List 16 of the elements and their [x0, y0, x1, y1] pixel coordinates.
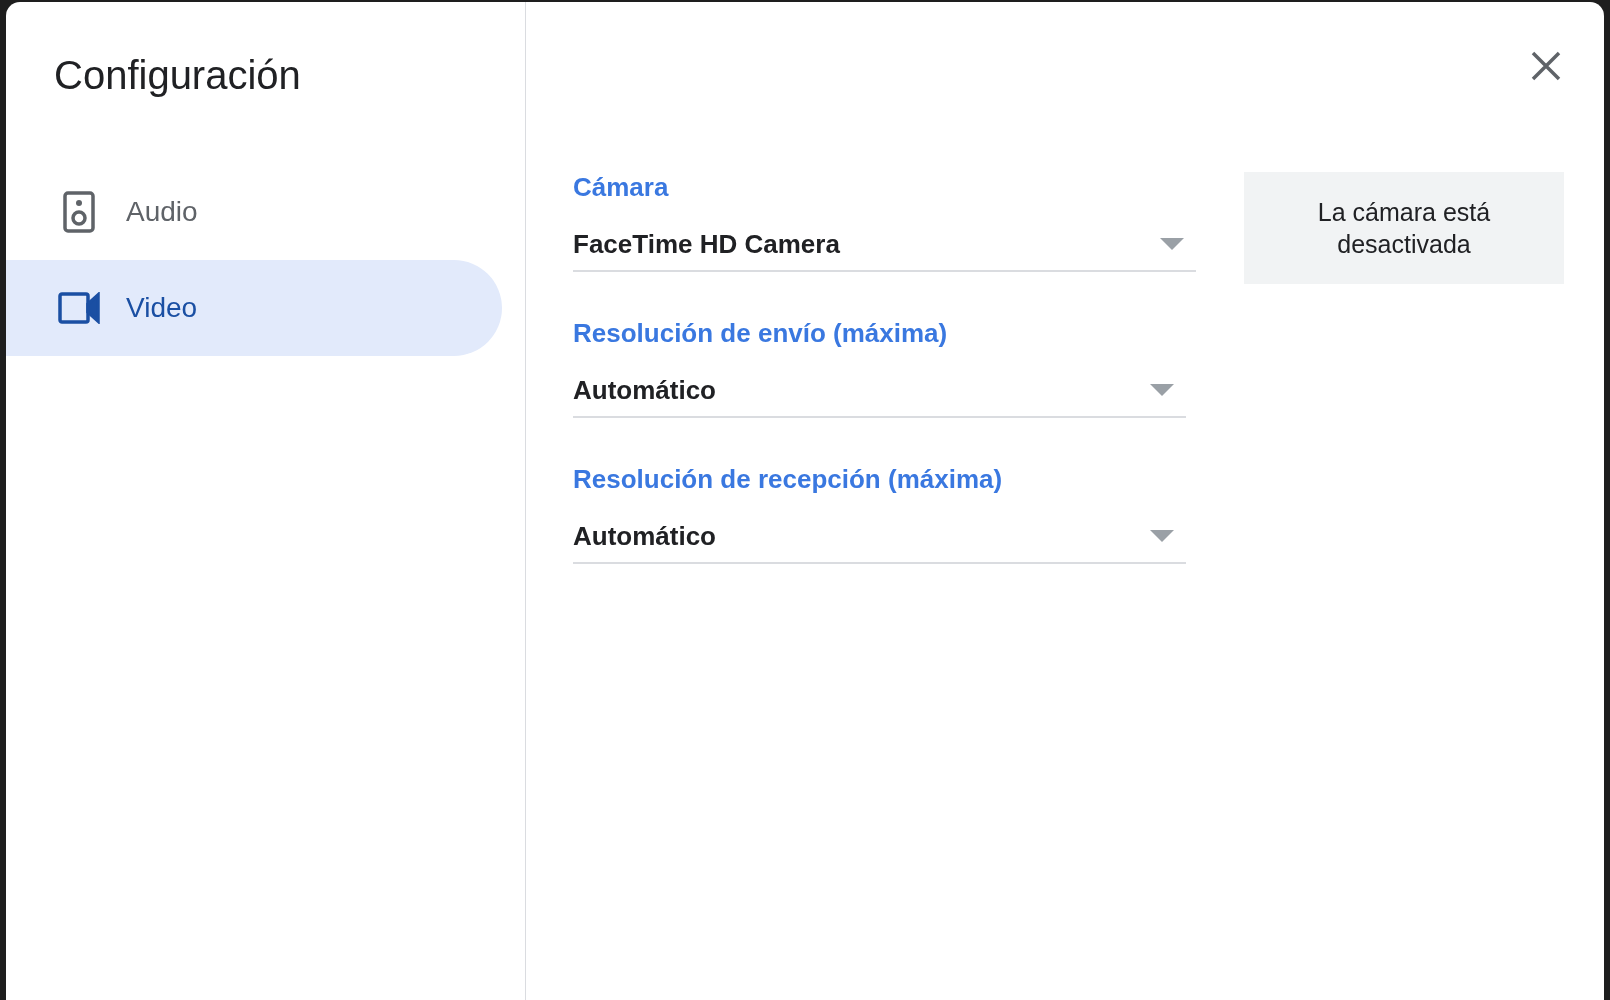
close-icon — [1531, 51, 1561, 81]
dropdown-caret-icon — [1160, 238, 1184, 250]
dropdown-field[interactable]: FaceTime HD Camera — [573, 218, 1196, 272]
sidebar-item[interactable]: Video — [6, 260, 502, 356]
field-label: Resolución de envío (máxima) — [573, 320, 949, 346]
dropdown-caret-icon — [1150, 530, 1174, 542]
field-label: Cámara — [573, 174, 670, 200]
camera-preview: La cámara está desactivada — [1244, 172, 1564, 284]
dialog-title: Configuración — [54, 52, 302, 99]
dropdown-field[interactable]: Automático — [573, 510, 1186, 564]
dropdown-field[interactable]: Automático — [573, 364, 1186, 418]
speaker-icon — [62, 191, 96, 233]
video-camera-icon — [58, 292, 100, 324]
sidebar-item[interactable]: Audio — [6, 164, 502, 260]
dropdown-caret-icon — [1150, 384, 1174, 396]
field-label: Resolución de recepción (máxima) — [573, 466, 1004, 492]
